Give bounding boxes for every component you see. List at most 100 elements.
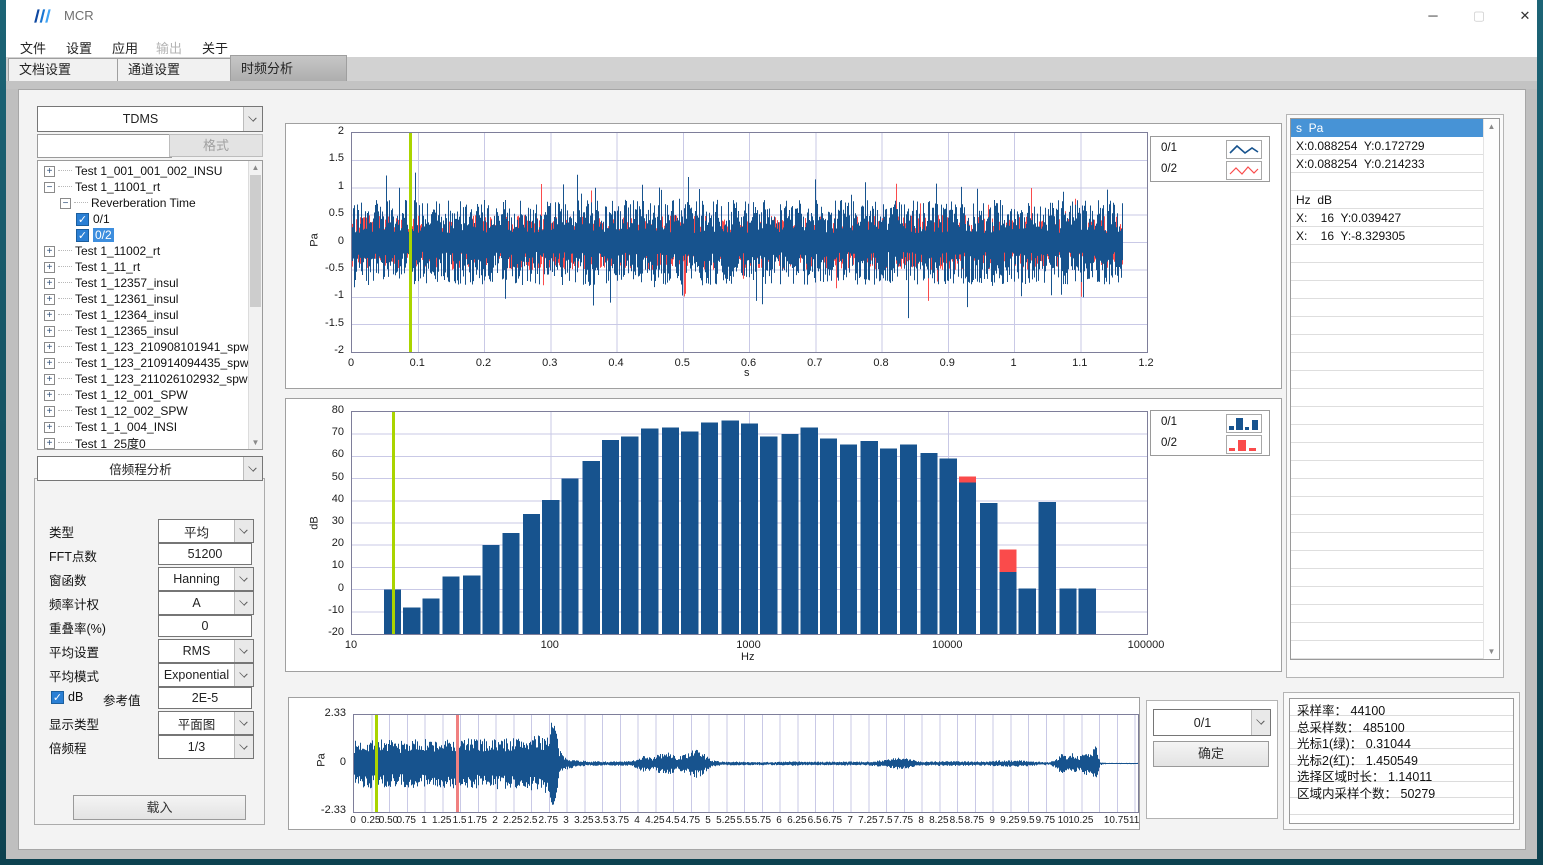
tab-channel-settings[interactable]: 通道设置 (117, 58, 231, 81)
chevron-down-icon[interactable] (234, 520, 253, 542)
channel-checkbox[interactable]: ✓ (76, 213, 89, 226)
tree-item[interactable]: +Test 1_12_001_SPW (40, 387, 246, 403)
tree-item-label[interactable]: Test 1_25度0 (75, 435, 146, 451)
readout-row[interactable]: Hz dB (1291, 191, 1484, 209)
expand-icon[interactable]: + (44, 326, 55, 337)
expand-icon[interactable]: + (44, 438, 55, 449)
menu-about[interactable]: 关于 (196, 36, 234, 59)
readout-row[interactable]: X: 16 Y:0.039427 (1291, 209, 1484, 227)
readout-row[interactable]: X:0.088254 Y:0.172729 (1291, 137, 1484, 155)
file-tree[interactable]: +Test 1_001_001_002_INSU−Test 1_11001_rt… (37, 160, 263, 450)
chevron-down-icon[interactable] (234, 592, 253, 614)
setting-select[interactable]: 平均 (158, 519, 254, 543)
collapse-icon[interactable]: − (44, 182, 55, 193)
setting-select[interactable]: 1/3 (158, 735, 254, 759)
expand-icon[interactable]: + (44, 294, 55, 305)
file-format-select[interactable]: TDMS (37, 106, 263, 132)
collapse-icon[interactable]: − (60, 198, 71, 209)
setting-select[interactable]: Hanning (158, 567, 254, 591)
chevron-down-icon[interactable] (234, 640, 253, 662)
setting-input[interactable]: 51200 (158, 543, 252, 565)
tree-item-label[interactable]: Test 1_123_211026102932_spw (75, 372, 248, 386)
readout-scrollbar[interactable]: ▲ ▼ (1483, 119, 1499, 659)
legend-row[interactable]: 0/2 (1151, 159, 1269, 180)
chevron-down-icon[interactable] (234, 568, 253, 590)
chevron-down-icon[interactable] (234, 736, 253, 758)
expand-icon[interactable]: + (44, 406, 55, 417)
tree-item-label[interactable]: Test 1_11001_rt (75, 180, 160, 194)
tree-item-label[interactable]: Test 1_123_210914094435_spw (75, 356, 248, 370)
tree-item-label[interactable]: Test 1_1_004_INSI (75, 420, 177, 434)
chevron-down-icon[interactable] (234, 712, 253, 734)
tree-item[interactable]: + Test 1_25度0 (40, 435, 246, 450)
tree-item[interactable]: + Test 1_12361_insul (40, 291, 246, 307)
plot-area[interactable] (351, 132, 1148, 353)
setting-input[interactable]: 2E-5 (158, 687, 252, 709)
tree-item-label[interactable]: Test 1_12365_insul (75, 324, 178, 338)
bar-series-icon[interactable] (1226, 435, 1262, 454)
expand-icon[interactable]: + (44, 422, 55, 433)
tree-item[interactable]: + Test 1_123_210914094435_spw (40, 355, 246, 371)
tree-item-label[interactable]: 0/1 (93, 212, 110, 226)
expand-icon[interactable]: + (44, 342, 55, 353)
load-button[interactable]: 载入 (73, 795, 246, 820)
tree-item[interactable]: + Test 1_12_002_SPW (40, 403, 246, 419)
chevron-down-icon[interactable] (243, 107, 262, 131)
readout-row[interactable]: X:0.088254 Y:0.214233 (1291, 155, 1484, 173)
db-checkbox[interactable]: ✓ (51, 691, 64, 704)
setting-select[interactable]: Exponential (158, 663, 254, 687)
tab-time-frequency-analysis[interactable]: 时频分析 (230, 55, 347, 81)
plot-area[interactable] (353, 714, 1139, 813)
overview-channel-select[interactable]: 0/1 (1153, 709, 1271, 736)
tree-item-label[interactable]: Test 1_12361_insul (75, 292, 178, 306)
setting-select[interactable]: 平面图 (158, 711, 254, 735)
tree-item[interactable]: +Test 1_11_rt (40, 259, 246, 275)
scroll-down-icon[interactable]: ▼ (249, 438, 262, 447)
filter-input[interactable] (37, 134, 172, 158)
chevron-down-icon[interactable] (1251, 710, 1270, 735)
expand-icon[interactable]: + (44, 358, 55, 369)
tree-item-label[interactable]: Test 1_11002_rt (75, 244, 160, 258)
tree-item[interactable]: +Test 1_12364_insul (40, 307, 246, 323)
tree-item-label[interactable]: Test 1_12357_insul (75, 276, 178, 290)
close-button[interactable]: ✕ (1510, 4, 1540, 28)
tree-item[interactable]: − Reverberation Time (40, 195, 246, 211)
expand-icon[interactable]: + (44, 310, 55, 321)
tree-item[interactable]: − Test 1_11001_rt (40, 179, 246, 195)
setting-select[interactable]: RMS (158, 639, 254, 663)
menu-output[interactable]: 输出 (150, 36, 188, 59)
chevron-down-icon[interactable] (243, 457, 262, 480)
legend-row[interactable]: 0/2 (1151, 433, 1269, 454)
expand-icon[interactable]: + (44, 390, 55, 401)
menu-file[interactable]: 文件 (14, 36, 52, 59)
tree-item[interactable]: + Test 1_1_004_INSI (40, 419, 246, 435)
confirm-button[interactable]: 确定 (1153, 741, 1269, 767)
menu-settings[interactable]: 设置 (60, 36, 98, 59)
minimize-button[interactable]: ─ (1418, 4, 1448, 28)
tree-item-label[interactable]: 0/2 (93, 228, 114, 242)
expand-icon[interactable]: + (44, 246, 55, 257)
line-series-icon[interactable] (1226, 140, 1262, 159)
legend-row[interactable]: 0/1 (1151, 138, 1269, 159)
expand-icon[interactable]: + (44, 374, 55, 385)
scrollbar-thumb[interactable] (250, 175, 261, 307)
tree-scrollbar[interactable]: ▲ ▼ (248, 161, 262, 449)
readout-row[interactable]: s Pa (1291, 119, 1484, 137)
line-series-icon[interactable] (1226, 161, 1262, 180)
tree-item-label[interactable]: Test 1_12_002_SPW (75, 404, 188, 418)
setting-select[interactable]: A (158, 591, 254, 615)
analysis-type-select[interactable]: 倍频程分析 (37, 456, 263, 481)
readout-row[interactable]: X: 16 Y:-8.329305 (1291, 227, 1484, 245)
setting-input[interactable]: 0 (158, 615, 252, 637)
tree-item-label[interactable]: Test 1_001_001_002_INSU (75, 164, 222, 178)
legend-row[interactable]: 0/1 (1151, 412, 1269, 433)
scroll-up-icon[interactable]: ▲ (249, 163, 262, 172)
expand-icon[interactable]: + (44, 166, 55, 177)
plot-area[interactable] (351, 411, 1148, 635)
tree-item-label[interactable]: Reverberation Time (91, 196, 196, 210)
tree-item[interactable]: + Test 1_123_211026102932_spw (40, 371, 246, 387)
tree-item-label[interactable]: Test 1_11_rt (75, 260, 140, 274)
bar-series-icon[interactable] (1226, 414, 1262, 433)
format-button[interactable]: 格式 (169, 134, 263, 157)
tree-item[interactable]: ✓0/2 (40, 227, 246, 243)
